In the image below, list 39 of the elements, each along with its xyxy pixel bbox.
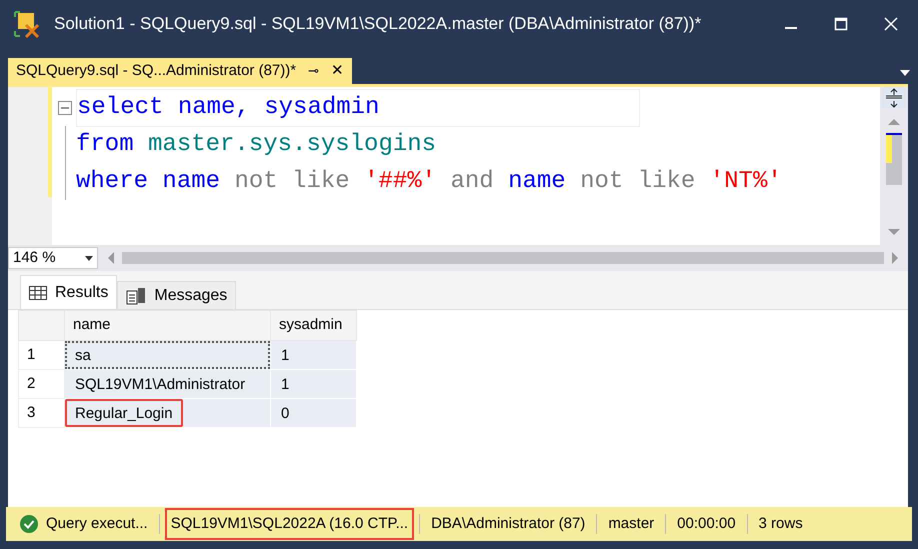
- code-line: where name not like '##%' and name not like 'NT%': [76, 166, 782, 196]
- split-icon[interactable]: [882, 87, 906, 109]
- horizontal-scrollbar-thumb[interactable]: [122, 252, 884, 264]
- column-header[interactable]: sysadmin: [270, 310, 356, 340]
- status-item: SQL19VM1\SQL2022A (16.0 CTP...: [164, 508, 414, 540]
- status-item: 3 rows: [758, 514, 804, 534]
- pin-button[interactable]: ⊸: [308, 61, 320, 81]
- document-icon: [126, 286, 146, 304]
- zoom-dropdown[interactable]: 146 %: [8, 247, 98, 269]
- status-item: Query execut...: [14, 508, 154, 540]
- result-tab[interactable]: Messages: [117, 281, 236, 309]
- maximize-icon[interactable]: [834, 17, 848, 31]
- table-cell-text: 0: [280, 404, 290, 424]
- column-header[interactable]: name: [64, 310, 270, 340]
- close-icon[interactable]: [884, 17, 898, 31]
- row-number: 3: [18, 398, 64, 428]
- table-cell-text: SQL19VM1\Administrator: [74, 375, 246, 395]
- scrollbar-thumb[interactable]: [886, 133, 902, 185]
- row-number: 2: [18, 370, 64, 398]
- dropdown-caret-icon: [85, 256, 93, 260]
- table-cell: Regular_Login: [65, 399, 183, 427]
- result-tab[interactable]: Results: [20, 275, 118, 309]
- success-check-icon: [20, 515, 38, 533]
- close-tab-button[interactable]: ✕: [331, 60, 344, 82]
- tab-label: SQLQuery9.sql - SQ...Administrator (87))*: [16, 60, 296, 81]
- status-item: DBA\Administrator (87): [430, 514, 586, 534]
- status-item: master: [607, 514, 656, 534]
- status-item: 00:00:00: [676, 514, 737, 534]
- window-title: Solution1 - SQLQuery9.sql - SQL19VM1\SQL2022A.master (DBA\Administrator (87))*: [54, 13, 702, 36]
- document-tab[interactable]: SQLQuery9.sql - SQ...Administrator (87))* ⊸ ✕: [8, 58, 352, 84]
- dropdown-icon[interactable]: [900, 70, 910, 76]
- code-line: from master.sys.syslogins: [76, 130, 436, 160]
- grid-icon: [29, 286, 47, 300]
- collapse-icon[interactable]: [58, 100, 72, 114]
- app-logo-icon: [12, 9, 42, 39]
- table-cell-text: 1: [280, 346, 290, 366]
- table-cell-text: 1: [280, 375, 290, 395]
- table-cell: sa: [65, 341, 270, 369]
- row-number: 1: [18, 340, 64, 370]
